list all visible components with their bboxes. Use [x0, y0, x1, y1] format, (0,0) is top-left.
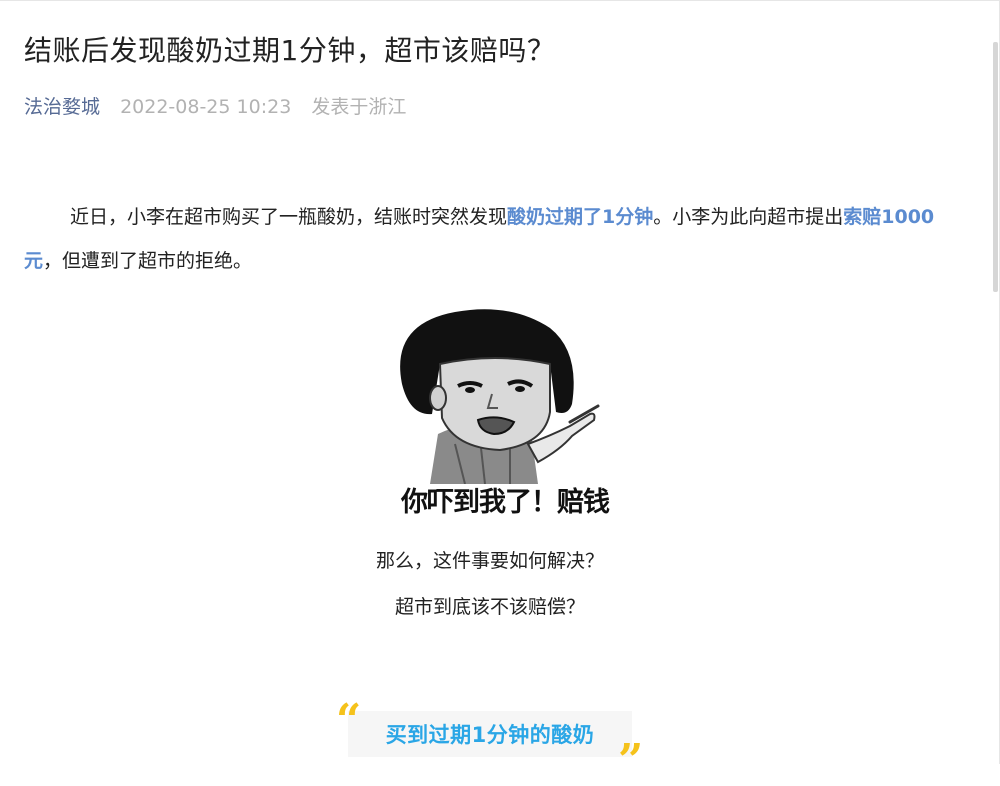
meme-face-drawing [400, 309, 600, 485]
section-header: 买到过期1分钟的酸奶 [348, 711, 632, 757]
scrollbar[interactable] [990, 2, 998, 764]
open-quote-icon: “ [336, 695, 362, 746]
article-meta: 法治婺城 2022-08-25 10:23 发表于浙江 [24, 93, 406, 121]
meme-image: 你吓到我了！赔钱 [360, 294, 650, 529]
author-link[interactable]: 法治婺城 [24, 96, 100, 118]
publish-location: 发表于浙江 [311, 96, 407, 118]
intro-text-3: ，但遭到了超市的拒绝。 [43, 250, 253, 272]
close-quote-icon: ” [618, 735, 644, 786]
intro-paragraph: 近日，小李在超市购买了一瓶酸奶，结账时突然发现酸奶过期了1分钟。小李为此向超市提… [24, 195, 964, 283]
section-title: 买到过期1分钟的酸奶 [385, 723, 595, 747]
meme-left-pupil [465, 387, 475, 393]
question-line-2: 超市到底该不该赔偿？ [394, 596, 585, 618]
highlight-expired: 酸奶过期了1分钟 [507, 206, 654, 228]
question-line-1: 那么，这件事要如何解决？ [375, 550, 604, 572]
meme-right-pupil [515, 386, 525, 392]
article-title: 结账后发现酸奶过期1分钟，超市该赔吗？ [24, 34, 556, 67]
scrollbar-thumb[interactable] [993, 42, 998, 292]
publish-date: 2022-08-25 10:23 [120, 96, 292, 118]
intro-text-1: 近日，小李在超市购买了一瓶酸奶，结账时突然发现 [70, 206, 508, 228]
article-page: 结账后发现酸奶过期1分钟，超市该赔吗？ 法治婺城 2022-08-25 10:2… [0, 0, 1000, 783]
meme-ear [429, 385, 447, 411]
intro-text-2: 。小李为此向超市提出 [653, 206, 844, 228]
meme-caption: 你吓到我了！赔钱 [401, 487, 610, 518]
meme-face [438, 357, 551, 452]
